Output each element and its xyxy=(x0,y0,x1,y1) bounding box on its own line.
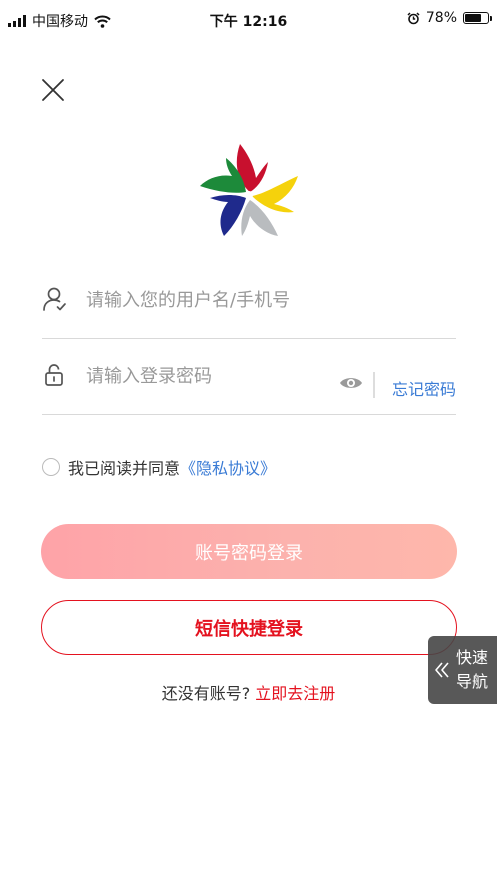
close-icon[interactable] xyxy=(38,75,68,105)
register-prompt: 还没有账号? xyxy=(161,684,251,703)
sms-login-button[interactable]: 短信快捷登录 xyxy=(41,600,457,655)
quick-nav-line1: 快速 xyxy=(456,648,489,667)
status-bar-right: 78% xyxy=(407,10,492,26)
agreement-row: 我已阅读并同意 《隐私协议》 xyxy=(42,455,276,479)
pinwheel-logo xyxy=(200,144,298,236)
username-row xyxy=(42,264,458,339)
quick-nav-line2: 导航 xyxy=(456,672,489,691)
agreement-text: 我已阅读并同意 xyxy=(68,459,181,478)
battery-icon xyxy=(463,12,492,24)
status-bar: 中国移动 下午 12:16 78% xyxy=(0,0,497,40)
username-input[interactable] xyxy=(84,284,458,316)
battery-percent: 78% xyxy=(425,10,457,26)
password-row: 忘记密码 xyxy=(42,340,456,415)
forgot-password-link[interactable]: 忘记密码 xyxy=(392,376,456,400)
privacy-policy-link[interactable]: 《隐私协议》 xyxy=(180,455,276,479)
register-row: 还没有账号? 立即去注册 xyxy=(0,680,497,704)
agreement-checkbox[interactable] xyxy=(42,458,60,476)
quick-nav-button[interactable]: 快速 导航 xyxy=(428,636,497,704)
register-link[interactable]: 立即去注册 xyxy=(255,684,335,703)
alarm-icon xyxy=(407,11,420,24)
quick-nav-label: 快速 导航 xyxy=(456,646,492,694)
double-chevron-left-icon xyxy=(435,662,449,678)
eye-icon[interactable] xyxy=(339,375,363,391)
divider xyxy=(373,372,375,398)
lock-icon xyxy=(45,364,63,386)
user-icon xyxy=(43,287,66,311)
password-input[interactable] xyxy=(84,360,328,392)
password-login-button[interactable]: 账号密码登录 xyxy=(41,524,457,579)
